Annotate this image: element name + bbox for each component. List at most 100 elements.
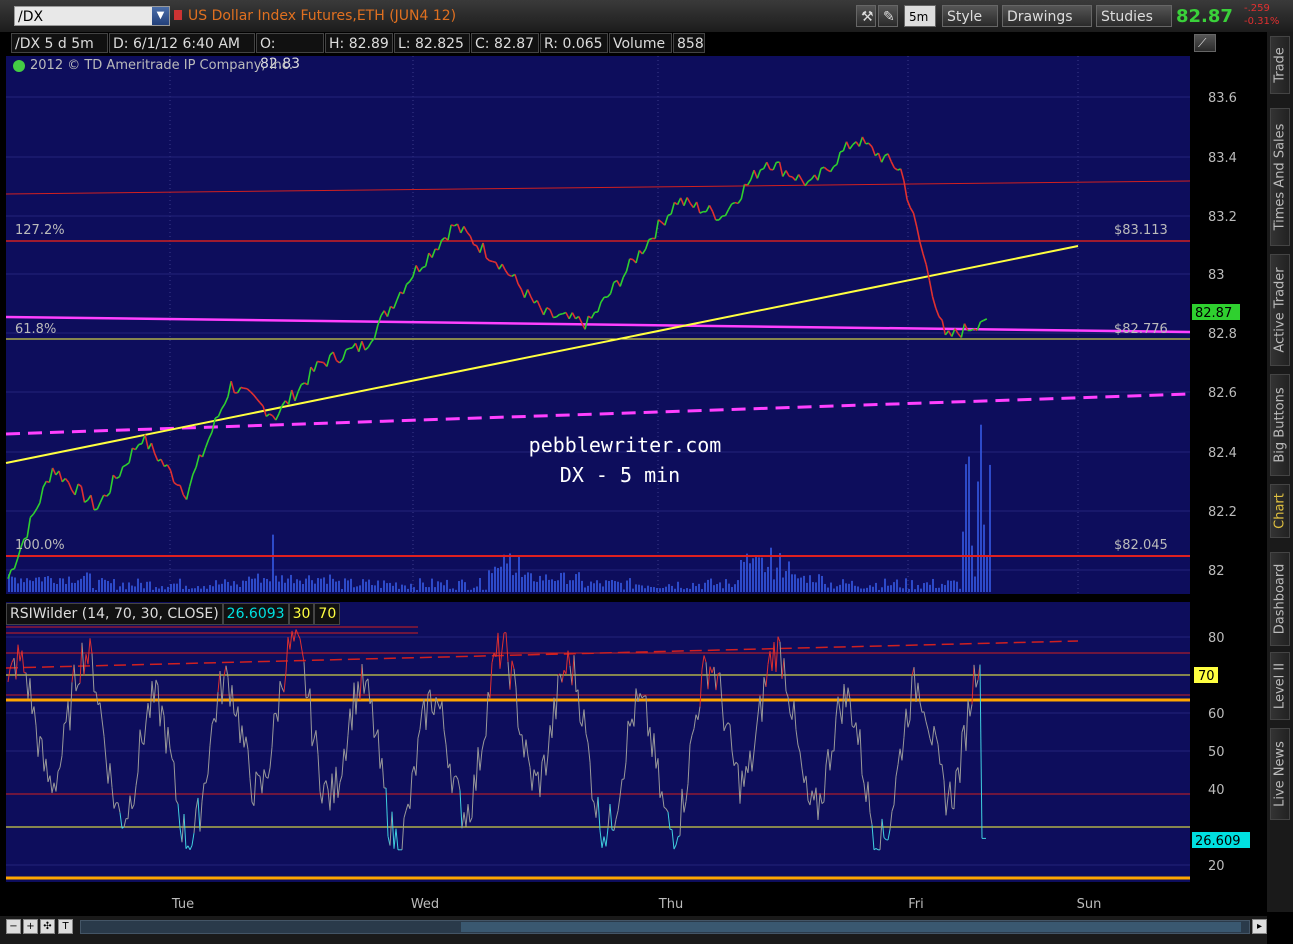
- chart-area[interactable]: 127.2% $83.113 61.8% $82.776 100.0% $82.…: [0, 32, 1267, 912]
- volume-bar: [44, 576, 46, 592]
- volume-bar: [503, 554, 505, 592]
- volume-bar: [161, 586, 163, 592]
- tab-trade[interactable]: Trade: [1270, 36, 1290, 94]
- volume-bar: [50, 578, 52, 592]
- volume-bar: [263, 578, 265, 592]
- volume-bar: [956, 581, 958, 592]
- volume-bar: [236, 584, 238, 592]
- volume-bar: [944, 585, 946, 592]
- volume-bar: [749, 563, 751, 592]
- volume-bar: [248, 576, 250, 592]
- volume-bar: [914, 589, 916, 592]
- volume-bar: [347, 580, 349, 592]
- volume-bar: [695, 586, 697, 592]
- volume-bar: [371, 585, 373, 592]
- volume-bar: [119, 586, 121, 592]
- volume-bar: [647, 585, 649, 592]
- volume-bar: [770, 547, 772, 592]
- volume-bar: [23, 582, 25, 592]
- price-segment: [559, 312, 563, 316]
- volume-bar: [623, 589, 625, 592]
- tab-chart[interactable]: Chart: [1270, 484, 1290, 538]
- tab-times-and-sales[interactable]: Times And Sales: [1270, 108, 1290, 246]
- volume-bar: [224, 579, 226, 592]
- tab-dashboard[interactable]: Dashboard: [1270, 552, 1290, 646]
- volume-bar: [404, 585, 406, 592]
- volume-bar: [971, 545, 973, 592]
- volume-bar: [272, 534, 274, 592]
- tab-big-buttons[interactable]: Big Buttons: [1270, 374, 1290, 476]
- volume-bar: [440, 582, 442, 592]
- symbol-input[interactable]: /DX: [14, 6, 170, 26]
- studies-button[interactable]: Studies: [1096, 5, 1172, 27]
- volume-bar: [452, 588, 454, 592]
- volume-bar: [785, 571, 787, 592]
- volume-bar: [380, 587, 382, 592]
- volume-bar: [359, 585, 361, 592]
- interval-button[interactable]: 5m: [904, 5, 936, 27]
- volume-bar: [632, 588, 634, 592]
- volume-bar: [809, 575, 811, 592]
- volume-bar: [398, 588, 400, 592]
- tab-live-news[interactable]: Live News: [1270, 728, 1290, 820]
- volume-bar: [92, 587, 94, 592]
- info-low: L: 82.825: [394, 33, 470, 53]
- rsi-value-marker: 26.609: [1195, 834, 1241, 849]
- studies-label: Studies: [1101, 9, 1153, 25]
- price-tick: 82.8: [1208, 327, 1237, 342]
- drawings-button[interactable]: Drawings: [1002, 5, 1092, 27]
- volume-bar: [368, 579, 370, 592]
- volume-bar: [407, 588, 409, 592]
- volume-bar: [899, 587, 901, 592]
- volume-bar: [707, 579, 709, 592]
- volume-bar: [584, 587, 586, 592]
- time-scrollbar[interactable]: [80, 920, 1250, 934]
- info-volume-label: Volume: [609, 33, 672, 53]
- volume-bar: [146, 581, 148, 592]
- scroll-thumb[interactable]: [461, 922, 1241, 932]
- volume-bar: [434, 587, 436, 592]
- volume-bar: [185, 585, 187, 592]
- volume-bar: [710, 578, 712, 592]
- volume-bar: [812, 582, 814, 592]
- volume-bar: [566, 583, 568, 592]
- rsi-value: 26.6093: [222, 603, 289, 625]
- symbol-dropdown-icon[interactable]: ▼: [152, 7, 169, 25]
- price-segment: [489, 259, 493, 263]
- chart-settings-icon[interactable]: ⟋: [1194, 34, 1216, 52]
- text-tool-icon[interactable]: T: [58, 919, 73, 934]
- volume-bar: [773, 579, 775, 592]
- style-button[interactable]: Style: [942, 5, 998, 27]
- volume-bar: [866, 587, 868, 592]
- scroll-right-icon[interactable]: ▸: [1252, 919, 1267, 934]
- volume-bar: [83, 575, 85, 592]
- info-range: R: 0.065: [540, 33, 608, 53]
- volume-bar: [125, 589, 127, 592]
- volume-bar: [686, 588, 688, 592]
- volume-bar: [353, 587, 355, 592]
- volume-bar: [587, 585, 589, 592]
- volume-bar: [752, 558, 754, 592]
- settings-icon[interactable]: ⚒: [856, 5, 876, 27]
- volume-bar: [650, 586, 652, 592]
- volume-bar: [872, 586, 874, 592]
- volume-bar: [698, 583, 700, 592]
- zoom-out-icon[interactable]: −: [6, 919, 21, 934]
- volume-bar: [488, 570, 490, 592]
- volume-bar: [578, 572, 580, 592]
- wrench-icon[interactable]: ✎: [878, 5, 898, 27]
- volume-bar: [890, 585, 892, 592]
- rsi-70-marker: 70: [1198, 669, 1215, 684]
- zoom-in-icon[interactable]: +: [23, 919, 38, 934]
- rsi-tick: 50: [1208, 745, 1225, 760]
- rsi-panel: [6, 602, 1190, 882]
- volume-bar: [275, 575, 277, 592]
- price-segment: [317, 360, 321, 363]
- volume-bar: [986, 556, 988, 592]
- tab-level-ii[interactable]: Level II: [1270, 652, 1290, 720]
- volume-bar: [11, 576, 13, 592]
- crosshair-icon[interactable]: ✣: [40, 919, 55, 934]
- volume-bar: [626, 580, 628, 592]
- tab-active-trader[interactable]: Active Trader: [1270, 254, 1290, 366]
- volume-bar: [569, 580, 571, 592]
